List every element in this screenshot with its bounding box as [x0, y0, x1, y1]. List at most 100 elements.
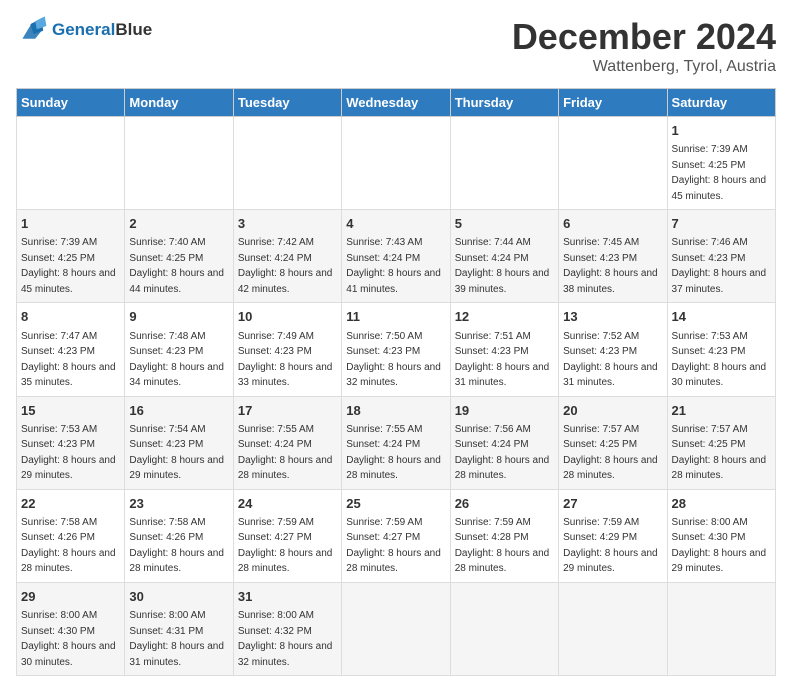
calendar-cell: 18 Sunrise: 7:55 AMSunset: 4:24 PMDayligh…: [342, 396, 450, 489]
calendar-week-row: 29Sunrise: 8:00 AMSunset: 4:30 PMDayligh…: [17, 582, 776, 675]
cell-info: Sunrise: 7:58 AMSunset: 4:26 PMDaylight:…: [129, 517, 224, 575]
day-number: 20: [563, 402, 662, 420]
day-number: 13: [563, 308, 662, 326]
calendar-cell: 10Sunrise: 7:49 AMSunset: 4:23 PMDayligh…: [233, 303, 341, 396]
day-number: 7: [672, 215, 771, 233]
day-number: 9: [129, 308, 228, 326]
calendar-cell: 27 Sunrise: 7:59 AMSunset: 4:29 PMDayligh…: [559, 489, 667, 582]
calendar-cell: 5 Sunrise: 7:44 AMSunset: 4:24 PMDaylight…: [450, 210, 558, 303]
page-header: GeneralBlue December 2024 Wattenberg, Ty…: [16, 16, 776, 76]
day-number: 6: [563, 215, 662, 233]
cell-info: Sunrise: 7:45 AMSunset: 4:23 PMDaylight:…: [563, 237, 658, 295]
cell-info: Sunrise: 7:44 AMSunset: 4:24 PMDaylight:…: [455, 237, 550, 295]
day-number: 5: [455, 215, 554, 233]
cell-info: Sunrise: 7:55 AMSunset: 4:24 PMDaylight:…: [346, 424, 441, 482]
day-number: 8: [21, 308, 120, 326]
cell-info: Sunrise: 7:59 AMSunset: 4:27 PMDaylight:…: [238, 517, 333, 575]
col-saturday: Saturday: [667, 89, 775, 117]
calendar-cell: 12Sunrise: 7:51 AMSunset: 4:23 PMDayligh…: [450, 303, 558, 396]
calendar-cell: 20Sunrise: 7:57 AMSunset: 4:25 PMDayligh…: [559, 396, 667, 489]
day-number: 26: [455, 495, 554, 513]
logo: GeneralBlue: [16, 16, 152, 44]
month-title: December 2024: [512, 16, 776, 58]
day-number: 1: [672, 122, 771, 140]
calendar-cell: [667, 582, 775, 675]
cell-info: Sunrise: 7:59 AMSunset: 4:28 PMDaylight:…: [455, 517, 550, 575]
logo-icon: [16, 16, 48, 44]
calendar-week-row: 1 Sunrise: 7:39 AMSunset: 4:25 PMDaylight…: [17, 210, 776, 303]
calendar-cell: 21 Sunrise: 7:57 AMSunset: 4:25 PMDayligh…: [667, 396, 775, 489]
calendar-cell: 3Sunrise: 7:42 AMSunset: 4:24 PMDaylight…: [233, 210, 341, 303]
cell-info: Sunrise: 8:00 AMSunset: 4:30 PMDaylight:…: [21, 610, 116, 668]
calendar-cell: 11Sunrise: 7:50 AMSunset: 4:23 PMDayligh…: [342, 303, 450, 396]
day-number: 27: [563, 495, 662, 513]
calendar-week-row: 1 Sunrise: 7:39 AMSunset: 4:25 PMDaylight…: [17, 117, 776, 210]
calendar-cell: 4 Sunrise: 7:43 AMSunset: 4:24 PMDaylight…: [342, 210, 450, 303]
calendar-week-row: 8 Sunrise: 7:47 AMSunset: 4:23 PMDaylight…: [17, 303, 776, 396]
cell-info: Sunrise: 7:46 AMSunset: 4:23 PMDaylight:…: [672, 237, 767, 295]
cell-info: Sunrise: 7:53 AMSunset: 4:23 PMDaylight:…: [672, 331, 767, 389]
day-number: 23: [129, 495, 228, 513]
calendar-cell: 25 Sunrise: 7:59 AMSunset: 4:27 PMDayligh…: [342, 489, 450, 582]
calendar-cell: 28Sunrise: 8:00 AMSunset: 4:30 PMDayligh…: [667, 489, 775, 582]
calendar-cell: [233, 117, 341, 210]
cell-info: Sunrise: 7:43 AMSunset: 4:24 PMDaylight:…: [346, 237, 441, 295]
cell-info: Sunrise: 7:55 AMSunset: 4:24 PMDaylight:…: [238, 424, 333, 482]
day-number: 16: [129, 402, 228, 420]
calendar-cell: 31 Sunrise: 8:00 AMSunset: 4:32 PMDayligh…: [233, 582, 341, 675]
day-number: 25: [346, 495, 445, 513]
cell-info: Sunrise: 7:53 AMSunset: 4:23 PMDaylight:…: [21, 424, 116, 482]
cell-info: Sunrise: 8:00 AMSunset: 4:32 PMDaylight:…: [238, 610, 333, 668]
day-number: 21: [672, 402, 771, 420]
calendar-cell: [125, 117, 233, 210]
cell-info: Sunrise: 7:39 AMSunset: 4:25 PMDaylight:…: [21, 237, 116, 295]
day-number: 22: [21, 495, 120, 513]
col-sunday: Sunday: [17, 89, 125, 117]
calendar-cell: 6 Sunrise: 7:45 AMSunset: 4:23 PMDaylight…: [559, 210, 667, 303]
cell-info: Sunrise: 7:49 AMSunset: 4:23 PMDaylight:…: [238, 331, 333, 389]
col-friday: Friday: [559, 89, 667, 117]
day-number: 17: [238, 402, 337, 420]
calendar-cell: 17 Sunrise: 7:55 AMSunset: 4:24 PMDayligh…: [233, 396, 341, 489]
title-block: December 2024 Wattenberg, Tyrol, Austria: [512, 16, 776, 76]
cell-info: Sunrise: 8:00 AMSunset: 4:31 PMDaylight:…: [129, 610, 224, 668]
calendar-cell: 13 Sunrise: 7:52 AMSunset: 4:23 PMDayligh…: [559, 303, 667, 396]
day-number: 11: [346, 308, 445, 326]
col-wednesday: Wednesday: [342, 89, 450, 117]
calendar-cell: 8 Sunrise: 7:47 AMSunset: 4:23 PMDaylight…: [17, 303, 125, 396]
calendar-cell: 22Sunrise: 7:58 AMSunset: 4:26 PMDayligh…: [17, 489, 125, 582]
calendar-cell: 2Sunrise: 7:40 AMSunset: 4:25 PMDaylight…: [125, 210, 233, 303]
cell-info: Sunrise: 7:39 AMSunset: 4:25 PMDaylight:…: [672, 144, 767, 202]
cell-info: Sunrise: 7:59 AMSunset: 4:27 PMDaylight:…: [346, 517, 441, 575]
day-number: 15: [21, 402, 120, 420]
day-number: 31: [238, 588, 337, 606]
calendar-cell: 1 Sunrise: 7:39 AMSunset: 4:25 PMDaylight…: [17, 210, 125, 303]
day-number: 24: [238, 495, 337, 513]
cell-info: Sunrise: 7:56 AMSunset: 4:24 PMDaylight:…: [455, 424, 550, 482]
cell-info: Sunrise: 7:47 AMSunset: 4:23 PMDaylight:…: [21, 331, 116, 389]
calendar-cell: 14 Sunrise: 7:53 AMSunset: 4:23 PMDayligh…: [667, 303, 775, 396]
calendar-cell: 26 Sunrise: 7:59 AMSunset: 4:28 PMDayligh…: [450, 489, 558, 582]
day-number: 30: [129, 588, 228, 606]
calendar-cell: 15 Sunrise: 7:53 AMSunset: 4:23 PMDayligh…: [17, 396, 125, 489]
cell-info: Sunrise: 7:57 AMSunset: 4:25 PMDaylight:…: [672, 424, 767, 482]
day-number: 18: [346, 402, 445, 420]
day-number: 12: [455, 308, 554, 326]
cell-info: Sunrise: 7:52 AMSunset: 4:23 PMDaylight:…: [563, 331, 658, 389]
calendar-cell: 24 Sunrise: 7:59 AMSunset: 4:27 PMDayligh…: [233, 489, 341, 582]
cell-info: Sunrise: 7:59 AMSunset: 4:29 PMDaylight:…: [563, 517, 658, 575]
calendar-week-row: 22 Sunrise: 7:58 AMSunset: 4:26 PMDayligh…: [17, 489, 776, 582]
calendar-cell: 7 Sunrise: 7:46 AMSunset: 4:23 PMDaylight…: [667, 210, 775, 303]
cell-info: Sunrise: 7:54 AMSunset: 4:23 PMDaylight:…: [129, 424, 224, 482]
calendar-week-row: 15 Sunrise: 7:53 AMSunset: 4:23 PMDayligh…: [17, 396, 776, 489]
calendar-cell: [342, 582, 450, 675]
calendar-cell: 29Sunrise: 8:00 AMSunset: 4:30 PMDayligh…: [17, 582, 125, 675]
day-number: 4: [346, 215, 445, 233]
col-thursday: Thursday: [450, 89, 558, 117]
col-tuesday: Tuesday: [233, 89, 341, 117]
calendar-cell: [17, 117, 125, 210]
calendar-cell: 1 Sunrise: 7:39 AMSunset: 4:25 PMDaylight…: [667, 117, 775, 210]
day-number: 14: [672, 308, 771, 326]
col-monday: Monday: [125, 89, 233, 117]
day-number: 1: [21, 215, 120, 233]
